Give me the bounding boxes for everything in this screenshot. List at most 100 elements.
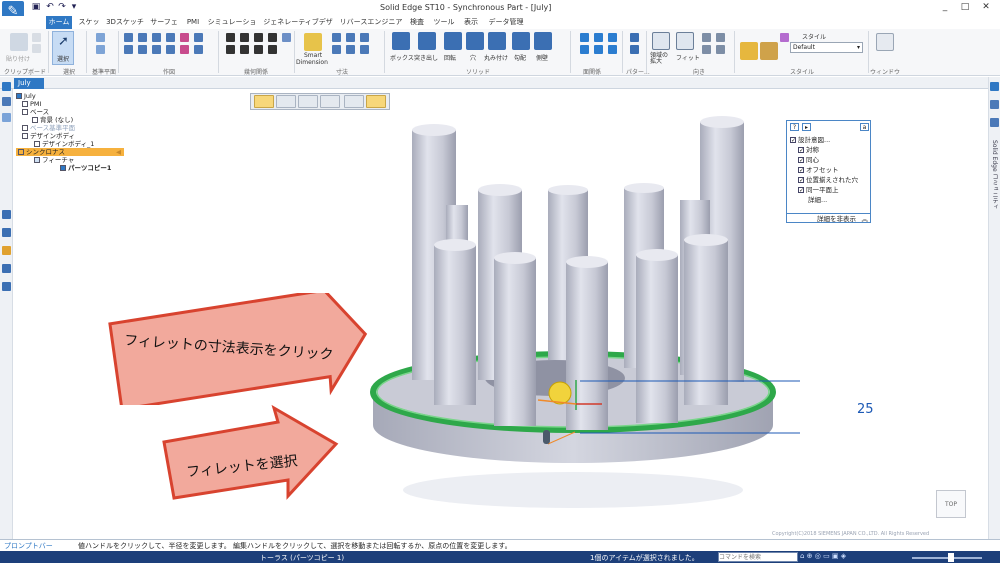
- draft-icon[interactable]: [512, 32, 530, 50]
- option-offset[interactable]: ✓ オフセット: [790, 165, 858, 175]
- model-viewport[interactable]: [330, 105, 800, 510]
- tab-3d-sketch[interactable]: 3Dスケッチ: [106, 16, 144, 29]
- equal-relation-icon[interactable]: [268, 33, 277, 42]
- collinear-relation-icon[interactable]: [254, 45, 263, 54]
- view-controls[interactable]: ⌂ ⊕ ◎ ▭ ▣ ◈: [800, 552, 900, 562]
- feature-library-icon[interactable]: [2, 113, 11, 122]
- minimize-button[interactable]: _: [935, 0, 955, 15]
- arrange-windows-icon[interactable]: [876, 33, 894, 51]
- layers-icon[interactable]: [2, 97, 11, 106]
- tree-item-design-body-1[interactable]: デザインボディ_1: [16, 140, 124, 148]
- revolve-button-label[interactable]: 回転: [444, 53, 456, 62]
- select-mode-icon[interactable]: [254, 95, 274, 108]
- checkbox[interactable]: [22, 101, 28, 107]
- extrude-button-label[interactable]: 突き出し: [414, 53, 438, 62]
- round-icon[interactable]: [488, 32, 506, 50]
- box-button-label[interactable]: ボックス: [390, 53, 414, 62]
- checkbox-checked[interactable]: ✓: [798, 167, 804, 174]
- connect-relation-icon[interactable]: [226, 33, 235, 42]
- tab-simulation[interactable]: シミュレーション: [206, 16, 258, 39]
- fit-label[interactable]: フィット: [676, 53, 700, 62]
- extend-icon[interactable]: [166, 45, 175, 54]
- tab-generative-design[interactable]: ジェネレーティブデザイン: [262, 16, 334, 39]
- box-icon[interactable]: [392, 32, 410, 50]
- save-icon[interactable]: ▣: [30, 2, 42, 13]
- checkbox-checked[interactable]: ✓: [798, 157, 804, 164]
- part-style-icon[interactable]: [740, 42, 758, 60]
- checkbox[interactable]: [22, 133, 28, 139]
- community-icon[interactable]: [990, 100, 999, 109]
- draft-button-label[interactable]: 勾配: [514, 53, 526, 62]
- zoom-area-icon[interactable]: [652, 32, 670, 50]
- tab-reverse-engineering[interactable]: リバースエンジニアリング: [338, 16, 404, 39]
- hole-button-label[interactable]: 穴: [470, 53, 476, 62]
- option-aligned-holes[interactable]: ✓ 位置揃えされた穴: [790, 175, 858, 185]
- option-symmetric[interactable]: ✓ 対称: [790, 145, 858, 155]
- offset-icon[interactable]: [194, 33, 203, 42]
- zoom-area-label[interactable]: 領域の拡大: [650, 53, 672, 65]
- tree-item-part-copy[interactable]: パーツコピー1: [16, 164, 124, 172]
- distance-dimension-icon[interactable]: [346, 33, 355, 42]
- project-icon[interactable]: [194, 45, 203, 54]
- prompt-bar-label[interactable]: プロンプトバー: [4, 541, 53, 551]
- help-icon[interactable]: [990, 82, 999, 91]
- symmetric-relation-icon[interactable]: [268, 45, 277, 54]
- reports-icon[interactable]: [2, 264, 11, 273]
- view-orient-icon[interactable]: [716, 45, 725, 54]
- fit-icon[interactable]: [676, 32, 694, 50]
- fillet-sketch-icon[interactable]: [180, 33, 189, 42]
- option-coplanar[interactable]: ✓ 同一平面上: [790, 185, 858, 195]
- copy-icon[interactable]: [32, 44, 41, 53]
- community-tab[interactable]: Solid Edge コミュニティ: [990, 140, 999, 210]
- tool-icon[interactable]: [2, 282, 11, 291]
- tab-surface[interactable]: サーフェス: [148, 16, 180, 39]
- checkbox-checked[interactable]: ✓: [790, 137, 796, 144]
- tangent-face-icon[interactable]: [594, 45, 603, 54]
- sensors-icon[interactable]: [2, 210, 11, 219]
- thin-wall-button-label[interactable]: 側壁: [536, 53, 548, 62]
- dropdown-icon[interactable]: ▾: [68, 2, 80, 13]
- design-intent-header[interactable]: ✓ 設計意図...: [790, 135, 858, 145]
- plane-icon[interactable]: [96, 45, 105, 54]
- tree-item-base-planes[interactable]: ベース基準平面: [16, 124, 124, 132]
- coordinate-dimension-icon[interactable]: [360, 33, 369, 42]
- line-icon[interactable]: [124, 33, 133, 42]
- search-icon[interactable]: [2, 246, 11, 255]
- pathfinder-icon[interactable]: [2, 82, 11, 91]
- lock-relation-icon[interactable]: [282, 33, 291, 42]
- radius-dimension-icon[interactable]: [332, 45, 341, 54]
- redo-icon[interactable]: ↷: [56, 2, 68, 13]
- checkbox[interactable]: [32, 117, 38, 123]
- pattern-icon[interactable]: [630, 33, 639, 42]
- tab-home[interactable]: ホーム: [46, 16, 72, 29]
- cut-icon[interactable]: [32, 33, 41, 42]
- play-icon[interactable]: ▸: [802, 123, 811, 131]
- tab-tools[interactable]: ツール: [432, 16, 456, 29]
- extrude-icon[interactable]: [418, 32, 436, 50]
- polygon-icon[interactable]: [138, 45, 147, 54]
- round-button-label[interactable]: 丸み付け: [484, 53, 508, 62]
- checkbox[interactable]: [22, 125, 28, 131]
- tab-inspect[interactable]: 検査: [408, 16, 426, 29]
- tree-item-background[interactable]: 背景 (なし): [16, 116, 124, 124]
- revolve-icon[interactable]: [444, 32, 462, 50]
- document-tab-july[interactable]: July: [14, 78, 44, 89]
- tangent-relation-icon[interactable]: [254, 33, 263, 42]
- mirror-icon[interactable]: [180, 45, 189, 54]
- body-priority-icon[interactable]: [298, 95, 318, 108]
- pin-icon[interactable]: a: [860, 123, 869, 131]
- angle-dimension-icon[interactable]: [332, 33, 341, 42]
- hide-details-button[interactable]: 詳細を非表示 ︽: [787, 213, 870, 223]
- dimension-value[interactable]: 25: [857, 402, 874, 417]
- close-button[interactable]: ✕: [976, 0, 996, 15]
- tab-pmi[interactable]: PMI: [184, 16, 202, 29]
- trim-icon[interactable]: [152, 45, 161, 54]
- checkbox[interactable]: [34, 141, 40, 147]
- tree-item-synchronous[interactable]: シンクロナス ◀: [16, 148, 124, 156]
- arc-icon[interactable]: [138, 33, 147, 42]
- symmetric-face-icon[interactable]: [608, 45, 617, 54]
- coplanar-icon[interactable]: [580, 33, 589, 42]
- paint-icon[interactable]: [780, 33, 789, 42]
- perpendicular-face-icon[interactable]: [608, 33, 617, 42]
- plane-icon[interactable]: [96, 33, 105, 42]
